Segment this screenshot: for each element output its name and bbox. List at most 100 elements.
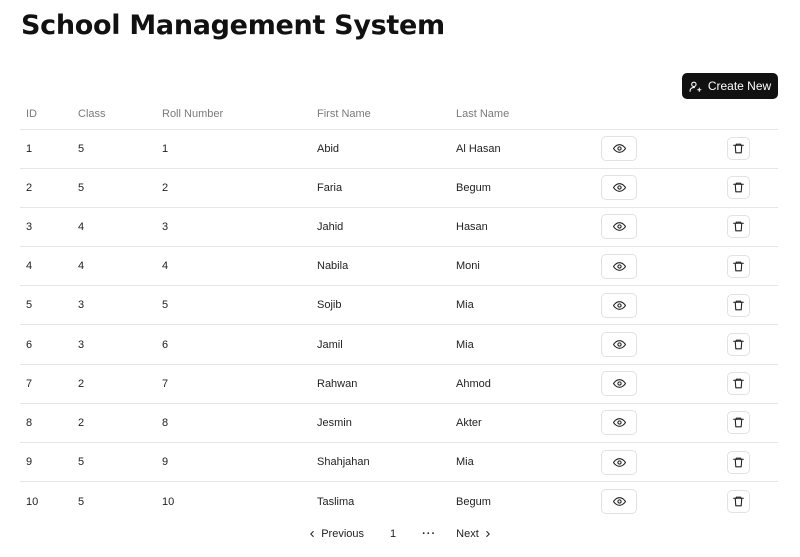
cell-delete — [693, 207, 778, 248]
cell-last-name: Begum — [456, 495, 491, 508]
delete-button[interactable] — [727, 254, 750, 278]
header-id: ID — [20, 100, 72, 130]
table-row: 4 4 4 Nabila Moni — [20, 246, 778, 287]
header-roll-number: Roll Number — [156, 100, 311, 130]
cell-view — [589, 168, 693, 208]
view-button[interactable] — [601, 175, 637, 201]
table-row: 6 3 6 Jamil Mia — [20, 324, 778, 365]
cell-id: 10 — [26, 495, 39, 508]
trash-icon — [732, 338, 745, 351]
cell-delete — [693, 168, 778, 208]
cell-id: 4 — [20, 246, 72, 287]
header-view — [589, 100, 693, 130]
delete-button[interactable] — [727, 372, 750, 396]
cell-roll-number: 8 — [156, 403, 311, 444]
delete-button[interactable] — [727, 450, 750, 474]
cell-id: 8 — [20, 403, 72, 444]
delete-button[interactable] — [727, 333, 750, 357]
cell-id: 9 — [20, 442, 72, 483]
cell-delete — [693, 442, 778, 483]
cell-view — [589, 364, 693, 404]
view-button[interactable] — [601, 136, 637, 162]
cell-delete — [693, 285, 778, 326]
cell-roll-number: 10 — [162, 495, 175, 508]
cell-last-name: Mia — [450, 324, 589, 365]
header-first-name: First Name — [311, 100, 450, 130]
cell-roll-number: 5 — [156, 285, 311, 326]
cell-class: 2 — [72, 364, 156, 404]
cell-delete — [693, 129, 778, 169]
cell-id: 2 — [20, 168, 72, 208]
table-row: 10 5 10 Taslima Begum — [20, 482, 778, 521]
view-button[interactable] — [601, 253, 637, 279]
cell-last-name: Moni — [450, 246, 589, 287]
previous-page-button[interactable]: Previous — [301, 526, 370, 542]
cell-class: 5 — [72, 129, 156, 169]
pagination: Previous 1 ··· Next — [0, 524, 800, 544]
header-last-name: Last Name — [450, 100, 589, 130]
eye-icon — [612, 220, 626, 233]
view-button[interactable] — [601, 489, 637, 515]
cell-view — [589, 246, 693, 287]
eye-icon — [612, 260, 626, 273]
create-new-button[interactable]: Create New — [682, 73, 778, 99]
page-title: School Management System — [21, 10, 445, 41]
table-row: 1 5 1 Abid Al Hasan — [20, 129, 778, 169]
delete-button[interactable] — [727, 490, 750, 514]
cell-id: 1 — [20, 129, 72, 169]
eye-icon — [612, 416, 626, 429]
pagination-ellipsis: ··· — [422, 528, 437, 540]
delete-button[interactable] — [727, 176, 750, 200]
view-button[interactable] — [601, 371, 637, 397]
table-row: 9 5 9 Shahjahan Mia — [20, 442, 778, 483]
cell-roll-number: 2 — [156, 168, 311, 208]
table-row: 2 5 2 Faria Begum — [20, 168, 778, 208]
view-button[interactable] — [601, 292, 637, 318]
cell-class: 4 — [72, 207, 156, 248]
chevron-right-icon — [483, 529, 493, 539]
cell-delete — [693, 364, 778, 404]
cell-first-name: Sojib — [311, 285, 450, 326]
cell-first-name: Jesmin — [311, 403, 450, 444]
cell-delete — [693, 482, 778, 521]
cell-first-name: Rahwan — [311, 364, 450, 404]
cell-first-name: Nabila — [311, 246, 450, 287]
cell-view — [589, 403, 693, 444]
cell-last-name: Begum — [450, 168, 589, 208]
cell-last-name: Ahmod — [450, 364, 589, 404]
trash-icon — [732, 220, 745, 233]
eye-icon — [612, 377, 626, 390]
view-button[interactable] — [601, 214, 637, 240]
table-row: 7 2 7 Rahwan Ahmod — [20, 364, 778, 404]
cell-last-name: Akter — [450, 403, 589, 444]
cell-view — [589, 442, 693, 483]
cell-class: 4 — [72, 246, 156, 287]
trash-icon — [732, 495, 745, 508]
delete-button[interactable] — [727, 293, 750, 317]
cell-last-name: Mia — [450, 442, 589, 483]
delete-button[interactable] — [727, 137, 750, 161]
cell-delete — [693, 324, 778, 365]
delete-button[interactable] — [727, 215, 750, 239]
next-page-button[interactable]: Next — [450, 526, 499, 542]
cell-class: 3 — [72, 285, 156, 326]
next-label: Next — [456, 528, 479, 540]
view-button[interactable] — [601, 449, 637, 475]
cell-first-name: Jahid — [311, 207, 450, 248]
cell-class: 5 — [78, 495, 85, 508]
trash-icon — [732, 260, 745, 273]
view-button[interactable] — [601, 332, 637, 358]
view-button[interactable] — [601, 410, 637, 436]
cell-class: 2 — [72, 403, 156, 444]
user-plus-icon — [689, 80, 702, 93]
trash-icon — [732, 181, 745, 194]
page-number-current[interactable]: 1 — [378, 526, 408, 542]
cell-first-name: Taslima — [317, 495, 355, 508]
cell-first-name: Faria — [311, 168, 450, 208]
cell-first-name: Abid — [311, 129, 450, 169]
cell-last-name: Al Hasan — [450, 129, 589, 169]
header-class: Class — [72, 100, 156, 130]
cell-id: 6 — [20, 324, 72, 365]
eye-icon — [612, 181, 626, 194]
delete-button[interactable] — [727, 411, 750, 435]
